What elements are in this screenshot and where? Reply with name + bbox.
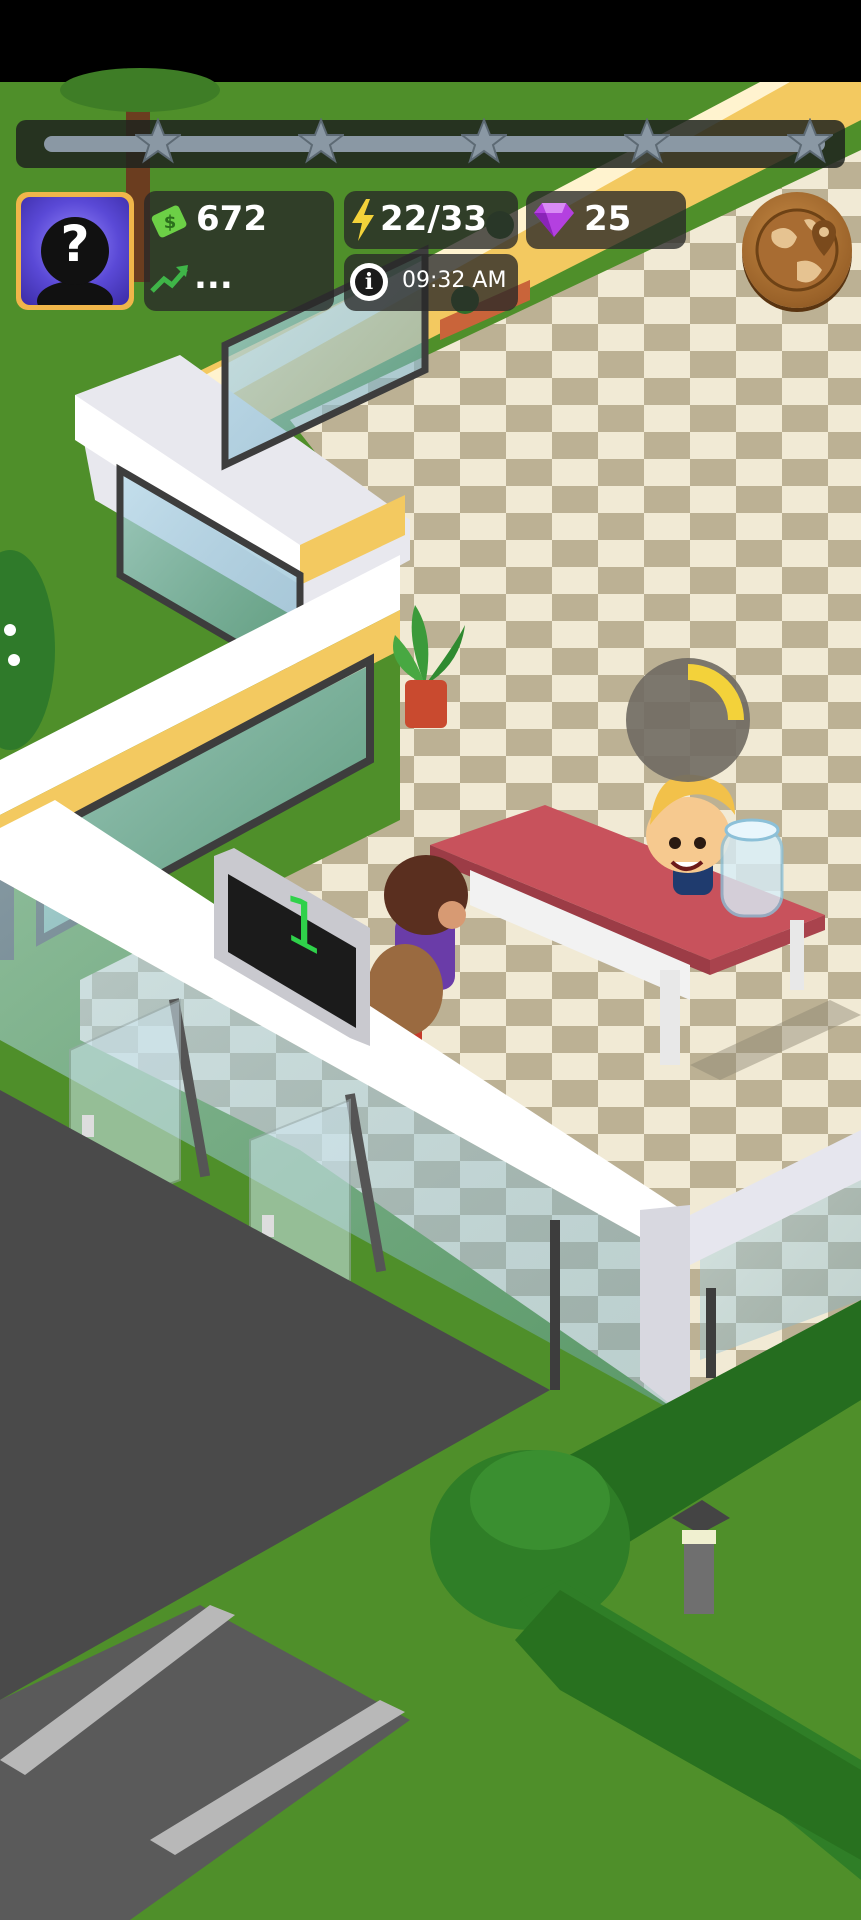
game-clock: 09:32 AM — [402, 268, 507, 293]
cash-amount: 672 — [196, 199, 267, 239]
tip-jar — [720, 818, 784, 918]
star-icon — [785, 117, 835, 164]
world-map-button[interactable] — [742, 192, 852, 308]
cash-panel[interactable]: $ 672 ... — [144, 191, 334, 311]
energy-count: 22/33 — [380, 199, 488, 239]
info-icon[interactable]: i — [350, 263, 388, 301]
cash-icon: $ — [150, 201, 190, 245]
star-icon — [296, 117, 346, 164]
energy-bolt-icon — [350, 199, 376, 245]
star-icon — [133, 117, 183, 164]
unknown-avatar-icon: ? — [21, 197, 129, 305]
svg-text:$: $ — [164, 212, 177, 233]
star-icon — [459, 117, 509, 164]
gem-count: 25 — [584, 199, 632, 239]
star-icon — [622, 117, 672, 164]
gem-icon — [534, 201, 574, 241]
income-trend-icon — [150, 263, 190, 299]
service-timer — [626, 658, 750, 782]
player-avatar-button[interactable]: ? — [16, 192, 134, 310]
world-map-icon — [755, 208, 839, 292]
avatar-question-mark: ? — [60, 215, 90, 273]
energy-panel[interactable]: 22/33 — [344, 191, 518, 249]
gems-panel[interactable]: 25 — [526, 191, 686, 249]
time-panel[interactable]: i 09:32 AM — [344, 254, 518, 311]
income-rate: ... — [194, 257, 233, 297]
queue-number-sign: 1 — [214, 848, 374, 1046]
